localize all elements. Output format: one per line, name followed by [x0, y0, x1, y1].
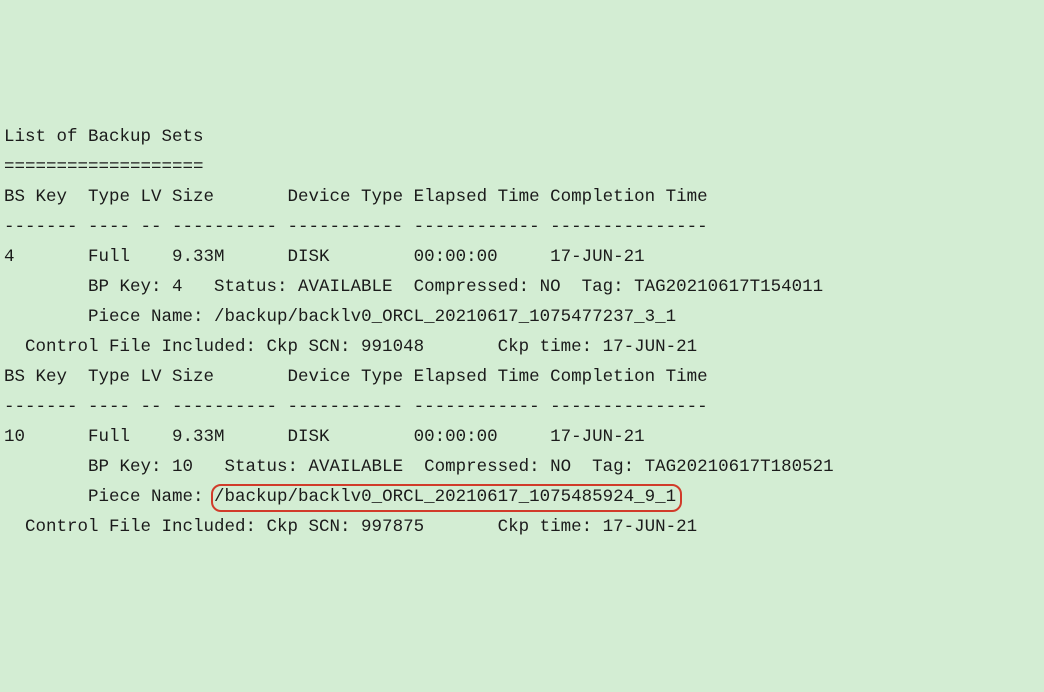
terminal-output: List of Backup Sets===================BS… — [4, 122, 1040, 542]
control-file-line: Control File Included: Ckp SCN: 997875 C… — [4, 512, 1040, 542]
control-file-line: Control File Included: Ckp SCN: 991048 C… — [4, 332, 1040, 362]
piece-name-label: Piece Name: — [4, 307, 214, 327]
column-separator: ------- ---- -- ---------- ----------- -… — [4, 392, 1040, 422]
backup-set-summary: 4 Full 9.33M DISK 00:00:00 17-JUN-21 — [4, 242, 1040, 272]
piece-name-value: /backup/backlv0_ORCL_20210617_1075485924… — [211, 484, 682, 512]
column-separator: ------- ---- -- ---------- ----------- -… — [4, 212, 1040, 242]
output-divider: =================== — [4, 152, 1040, 182]
backup-set-summary: 10 Full 9.33M DISK 00:00:00 17-JUN-21 — [4, 422, 1040, 452]
piece-name-label: Piece Name: — [4, 487, 214, 507]
piece-name-value: /backup/backlv0_ORCL_20210617_1075477237… — [214, 307, 676, 327]
backup-piece-info: BP Key: 4 Status: AVAILABLE Compressed: … — [4, 272, 1040, 302]
column-headers: BS Key Type LV Size Device Type Elapsed … — [4, 182, 1040, 212]
backup-piece-info: BP Key: 10 Status: AVAILABLE Compressed:… — [4, 452, 1040, 482]
piece-name-line: Piece Name: /backup/backlv0_ORCL_2021061… — [4, 302, 1040, 332]
output-title: List of Backup Sets — [4, 122, 1040, 152]
piece-name-line: Piece Name: /backup/backlv0_ORCL_2021061… — [4, 482, 1040, 512]
column-headers: BS Key Type LV Size Device Type Elapsed … — [4, 362, 1040, 392]
